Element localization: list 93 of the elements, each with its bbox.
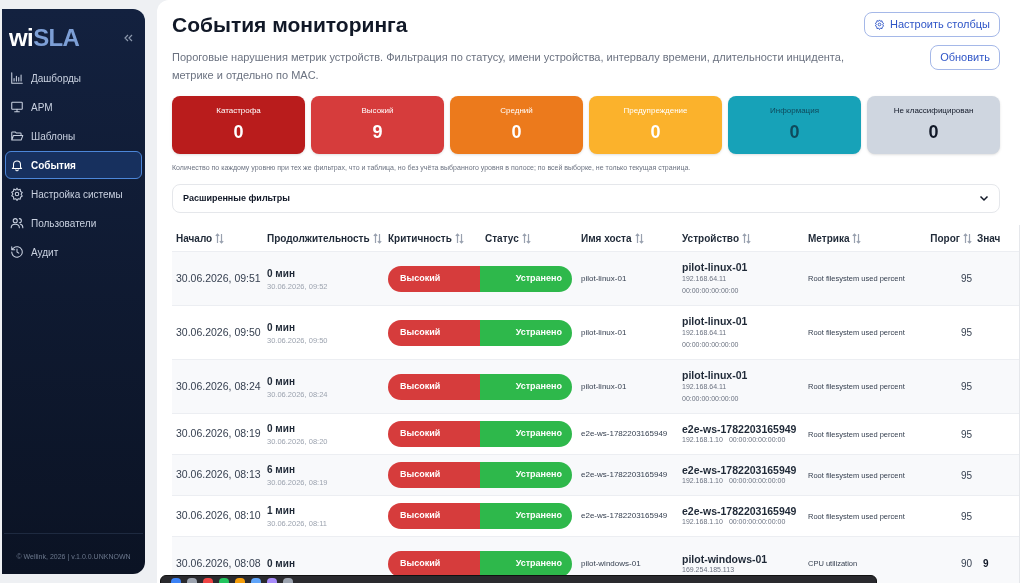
chevron-icon [979,193,989,204]
device-name: e2e-ws-1782203165949 [682,464,798,478]
value: 9 [982,557,990,572]
severity-badge: Высокий [388,265,480,292]
page-description: Пороговые нарушения метрик устройств. Фильтрация по статусу, имени устройства, интервалу времени, длительности инцидента, метрике и отдельно по MAC. [172,50,845,84]
start-time: 30.06.2026, 08:10 [175,508,262,524]
nav-item[interactable]: Дашборды [5,64,142,92]
device-name: e2e-ws-1782203165949 [682,505,798,519]
sort-icon[interactable] [742,232,751,244]
severity-card[interactable]: Высокий 9 [311,96,444,155]
device-name: pilot-windows-01 [682,552,769,566]
start-time: 30.06.2026, 08:19 [175,426,262,442]
start-time: 30.06.2026, 08:24 [175,378,262,394]
folder-icon [10,129,24,143]
sort-icon[interactable] [852,232,862,244]
column-header[interactable]: Устройство [682,230,739,246]
page-title: События мониторинга [172,12,409,38]
nav-item[interactable]: Пользователи [5,209,142,237]
column-header[interactable]: Порог [930,230,960,246]
host-name: pilot-linux-01 [581,380,628,393]
sort-icon[interactable] [454,232,464,244]
settings-icon [873,19,885,30]
column-header[interactable]: Статус [485,230,519,246]
start-time: 30.06.2026, 08:13 [175,467,262,483]
threshold: 90 [959,557,973,572]
host-name: e2e-ws-1782203165949 [581,510,669,523]
sort-icon[interactable] [521,232,531,244]
host-name: pilot-windows-01 [581,557,642,570]
duration: 0 мин [267,320,296,335]
duration: 0 мин [267,422,296,437]
severity-card[interactable]: Не классифицирован 0 [867,96,1000,155]
sort-icon[interactable] [963,232,972,244]
settings-icon [10,187,24,201]
severity-badge: Высокий [388,319,480,346]
bell-icon [10,158,24,172]
nav-item[interactable]: Шаблоны [5,122,142,150]
status-badge: Устранено [480,265,572,292]
nav-item[interactable]: События [5,151,142,179]
device-name: pilot-linux-01 [682,261,749,275]
status-badge: Устранено [480,503,572,530]
host-name: e2e-ws-1782203165949 [581,469,669,482]
duration: 0 мин [267,557,296,572]
threshold: 95 [959,509,973,524]
column-header[interactable]: Критичность [388,230,452,246]
threshold: 95 [959,468,973,483]
status-badge: Устранено [480,373,572,400]
refresh-button[interactable]: Обновить [930,45,1000,70]
bar-chart-icon [10,71,24,85]
threshold: 95 [959,427,973,442]
nav-item[interactable]: АРМ [5,93,142,121]
threshold: 95 [959,380,973,395]
start-time: 30.06.2026, 09:51 [175,270,262,286]
logo: wiSLA [9,26,80,50]
start-time: 30.06.2026, 09:50 [175,324,262,340]
start-time: 30.06.2026, 08:08 [175,555,262,571]
severity-card[interactable]: Катастрофа 0 [172,96,305,155]
sort-icon[interactable] [215,232,225,244]
nav-item[interactable]: Настройка системы [5,180,142,208]
host-name: e2e-ws-1782203165949 [581,428,669,441]
status-badge: Устранено [480,550,572,577]
severity-badge: Высокий [388,503,480,530]
duration: 6 мин [267,463,296,478]
severity-badge: Высокий [388,373,480,400]
host-name: pilot-linux-01 [581,272,628,285]
sort-icon[interactable] [372,232,382,244]
column-header[interactable]: Знач [977,230,1001,246]
device-name: e2e-ws-1782203165949 [682,423,798,437]
device-name: pilot-linux-01 [682,369,749,383]
column-header[interactable]: Имя хоста [581,230,632,246]
history-icon [10,245,24,259]
duration: 0 мин [267,374,296,389]
severity-badge: Высокий [388,550,480,577]
duration: 0 мин [267,266,296,281]
collapse-icon[interactable] [124,34,133,42]
configure-columns-button[interactable]: Настроить столбцы [863,12,1000,37]
nav-item[interactable]: Аудит [5,238,142,266]
severity-badge: Высокий [388,421,480,448]
host-name: pilot-linux-01 [581,326,628,339]
status-badge: Устранено [480,421,572,448]
threshold: 95 [959,272,973,287]
sort-icon[interactable] [634,232,644,244]
monitor-icon [10,100,24,114]
column-header[interactable]: Начало [176,230,213,246]
status-badge: Устранено [480,462,572,489]
severity-badge: Высокий [388,462,480,489]
device-name: pilot-linux-01 [682,315,749,329]
threshold: 95 [959,326,973,341]
status-badge: Устранено [480,319,572,346]
users-icon [10,216,24,230]
advanced-filters-toggle[interactable]: Расширенные фильтры [172,183,1000,214]
duration: 1 мин [267,504,296,519]
column-header[interactable]: Метрика [808,230,850,246]
column-header[interactable]: Продолжительность [267,230,370,246]
